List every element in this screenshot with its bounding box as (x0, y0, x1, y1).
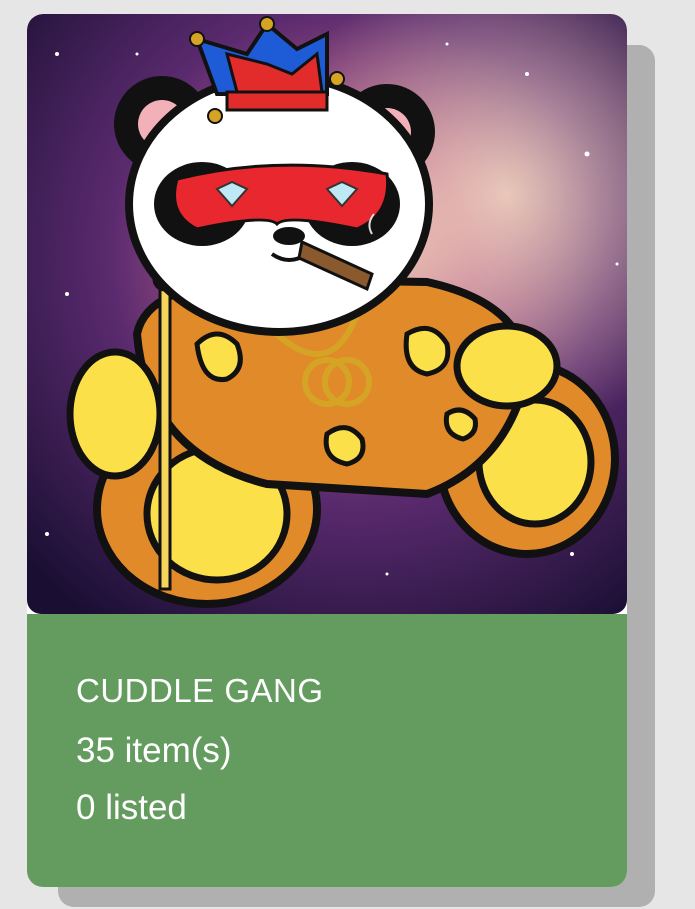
listed-count: 0 listed (76, 788, 187, 827)
collection-artwork[interactable] (27, 14, 627, 614)
collection-card[interactable]: CUDDLE GANG 35 item(s) 0 listed (27, 14, 627, 887)
item-count: 35 item(s) (76, 731, 232, 770)
collection-info-panel[interactable]: CUDDLE GANG 35 item(s) 0 listed (27, 614, 627, 887)
panda-artwork-image (27, 14, 627, 614)
collection-name: CUDDLE GANG (76, 672, 324, 709)
